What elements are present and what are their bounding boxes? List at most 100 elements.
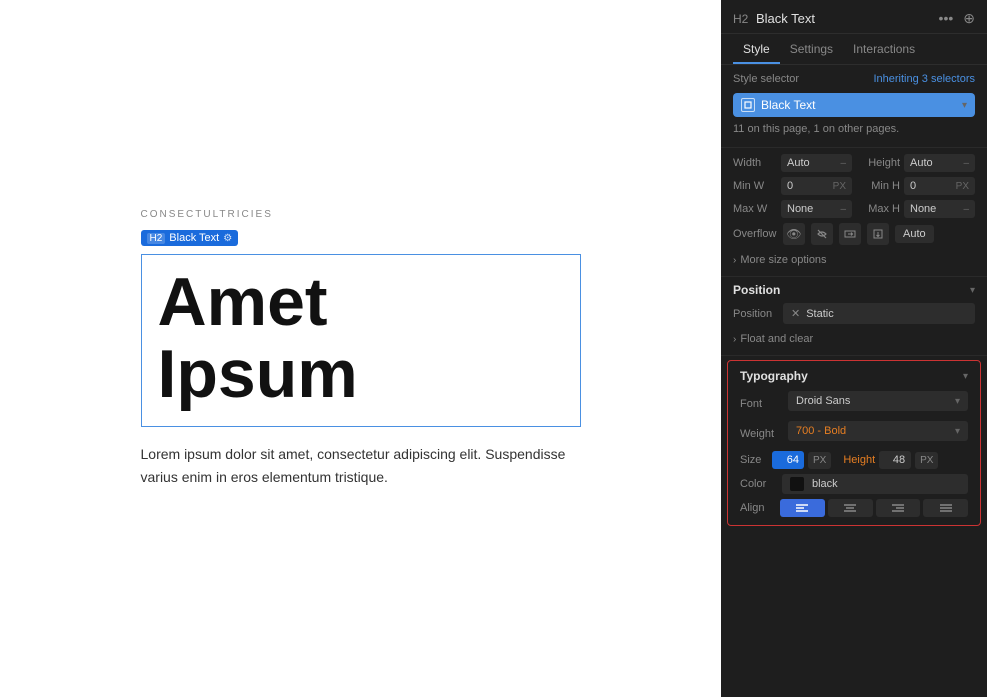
max-w-label: Max W [733, 203, 777, 215]
info-text: 11 on this page, 1 on other pages. [733, 123, 975, 135]
width-label: Width [733, 157, 777, 169]
weight-label: Weight [740, 428, 784, 440]
overflow-eye-icon[interactable]: 👁 [783, 223, 805, 245]
align-left-btn[interactable] [780, 499, 825, 517]
min-h-label: Min H [856, 180, 900, 192]
color-label: Color [740, 478, 776, 490]
max-h-dash: – [963, 204, 969, 215]
typography-section-header[interactable]: Typography ▾ [740, 369, 968, 383]
selector-dropdown[interactable]: Black Text ▾ [733, 93, 975, 117]
weight-chevron-icon: ▾ [955, 426, 960, 437]
weight-dropdown[interactable]: 700 - Bold ▾ [788, 421, 968, 441]
style-selector-row: Style selector Inheriting 3 selectors [733, 73, 975, 85]
height-value-box[interactable]: Auto – [904, 154, 975, 172]
settings-icon[interactable]: ⊕ [963, 10, 975, 27]
height-label: Height [856, 157, 900, 169]
align-right-btn[interactable] [876, 499, 921, 517]
selector-icon [741, 98, 755, 112]
h2-badge: H2 [147, 233, 166, 244]
panel-h2-badge: H2 [733, 12, 748, 26]
overflow-row: Overflow 👁 Auto [733, 223, 975, 245]
canvas-area: CONSECTULTRICIES H2 Black Text ⚙ Amet Ip… [0, 0, 721, 697]
inheriting-text: Inheriting 3 selectors [873, 73, 975, 85]
size-height-row: Size PX Height 48 PX [740, 451, 968, 469]
color-swatch-box[interactable]: black [782, 474, 968, 494]
selector-dropdown-left: Black Text [741, 98, 815, 112]
position-chevron-icon: ▾ [970, 285, 975, 296]
height-size-unit: PX [915, 452, 938, 469]
align-row: Align [740, 499, 968, 517]
size-section: Width Auto – Height Auto – Min W 0 PX Mi… [721, 148, 987, 277]
position-row: Position ✕ Static [733, 303, 975, 324]
overflow-hidden-icon[interactable] [811, 223, 833, 245]
minw-minh-row: Min W 0 PX Min H 0 PX [733, 177, 975, 195]
position-section-title: Position [733, 283, 780, 297]
overflow-scroll-y-icon[interactable] [867, 223, 889, 245]
tag-name: Black Text [169, 232, 219, 244]
height-size-label: Height [843, 454, 875, 466]
element-tag-wrapper: H2 Black Text ⚙ [141, 228, 581, 251]
panel-title: H2 Black Text [733, 11, 815, 26]
more-size-options-btn[interactable]: › More size options [733, 250, 975, 270]
tab-interactions[interactable]: Interactions [843, 34, 925, 64]
position-x-icon: ✕ [791, 307, 800, 320]
max-w-box[interactable]: None – [781, 200, 852, 218]
align-center-btn[interactable] [828, 499, 873, 517]
typography-section-title: Typography [740, 369, 808, 383]
min-w-unit: PX [833, 181, 846, 192]
overflow-scroll-x-icon[interactable] [839, 223, 861, 245]
align-label: Align [740, 502, 776, 514]
font-dropdown[interactable]: Droid Sans ▾ [788, 391, 968, 411]
body-text: Lorem ipsum dolor sit amet, consectetur … [141, 443, 581, 488]
width-height-row: Width Auto – Height Auto – [733, 154, 975, 172]
min-w-box[interactable]: 0 PX [781, 177, 852, 195]
size-input[interactable] [772, 451, 804, 469]
typography-section: Typography ▾ Font Droid Sans ▾ Weight 70… [727, 360, 981, 526]
chevron-right-icon: › [733, 255, 736, 266]
heading-text: Amet Ipsum [158, 267, 564, 410]
color-row: Color black [740, 474, 968, 494]
height-dash: – [963, 158, 969, 169]
style-selector-label: Style selector [733, 73, 799, 85]
font-row: Font Droid Sans ▾ [740, 391, 968, 416]
width-value-box[interactable]: Auto – [781, 154, 852, 172]
float-clear-btn[interactable]: › Float and clear [733, 329, 975, 349]
max-h-label: Max H [856, 203, 900, 215]
position-section-header[interactable]: Position ▾ [733, 283, 975, 297]
overflow-label: Overflow [733, 228, 777, 240]
min-w-label: Min W [733, 180, 777, 192]
color-swatch [790, 477, 804, 491]
height-size-value[interactable]: 48 [879, 451, 911, 469]
max-w-dash: – [840, 204, 846, 215]
chevron-right-icon-2: › [733, 334, 736, 345]
maxw-maxh-row: Max W None – Max H None – [733, 200, 975, 218]
heading-block[interactable]: Amet Ipsum [141, 254, 581, 427]
more-options-icon[interactable]: ••• [939, 10, 954, 27]
min-h-box[interactable]: 0 PX [904, 177, 975, 195]
overflow-auto-box[interactable]: Auto [895, 225, 934, 243]
weight-row: Weight 700 - Bold ▾ [740, 421, 968, 446]
right-panel: H2 Black Text ••• ⊕ Style Settings Inter… [721, 0, 987, 697]
panel-tabs: Style Settings Interactions [721, 34, 987, 65]
typography-chevron-icon: ▾ [963, 371, 968, 382]
panel-header: H2 Black Text ••• ⊕ [721, 0, 987, 34]
canvas-content: CONSECTULTRICIES H2 Black Text ⚙ Amet Ip… [121, 189, 601, 508]
size-unit: PX [808, 452, 831, 469]
max-h-box[interactable]: None – [904, 200, 975, 218]
tab-style[interactable]: Style [733, 34, 780, 64]
font-label: Font [740, 398, 784, 410]
element-tag[interactable]: H2 Black Text ⚙ [141, 230, 239, 246]
align-justify-btn[interactable] [923, 499, 968, 517]
min-h-unit: PX [956, 181, 969, 192]
dropdown-chevron-icon: ▾ [962, 100, 967, 111]
gear-icon[interactable]: ⚙ [223, 233, 232, 244]
position-label: Position [733, 308, 777, 320]
tab-settings[interactable]: Settings [780, 34, 843, 64]
section-label: CONSECTULTRICIES [141, 209, 581, 220]
panel-header-icons: ••• ⊕ [939, 10, 975, 27]
font-chevron-icon: ▾ [955, 396, 960, 407]
style-selector-section: Style selector Inheriting 3 selectors Bl… [721, 65, 987, 148]
position-section: Position ▾ Position ✕ Static › Float and… [721, 277, 987, 356]
size-label: Size [740, 454, 768, 466]
position-value-box[interactable]: ✕ Static [783, 303, 975, 324]
